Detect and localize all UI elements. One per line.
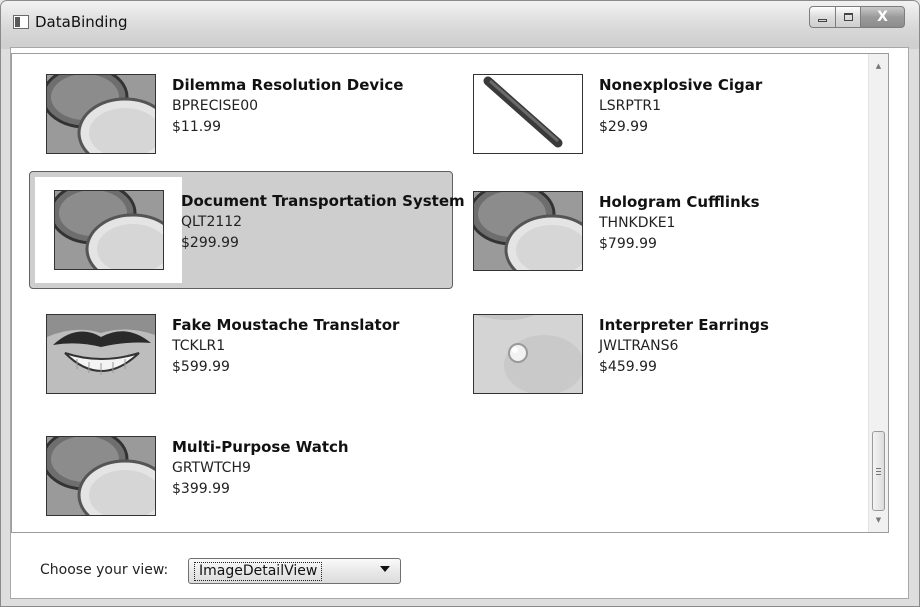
product-price: $299.99 [181,235,239,251]
product-price: $799.99 [599,236,657,252]
view-label: Choose your view: [40,562,169,578]
earring-icon [472,314,583,394]
product-name: Document Transportation System [181,192,465,210]
list-item[interactable]: Nonexplosive Cigar LSRPTR1 $29.99 [443,55,867,173]
close-icon: X [877,9,888,25]
app-icon[interactable] [13,15,29,29]
thumbnail-frame [458,61,597,167]
maximize-button[interactable] [835,6,861,28]
product-name: Dilemma Resolution Device [172,76,404,94]
grip-line [876,468,881,469]
list-item[interactable]: Fake Moustache Translator TCKLR1 $599.99 [16,295,440,413]
compact-mirror-icon [45,74,156,154]
item-details: Dilemma Resolution Device BPRECISE00 $11… [172,74,403,138]
moustache-icon [45,314,156,394]
product-price: $11.99 [172,119,221,135]
product-name: Nonexplosive Cigar [599,76,763,94]
list-item-selected[interactable]: Document Transportation System QLT2112 $… [29,171,465,289]
item-details: Hologram Cufflinks THNKDKE1 $799.99 [599,191,760,255]
item-details: Fake Moustache Translator TCKLR1 $599.99 [172,314,399,378]
thumbnail-frame [31,423,170,529]
view-select-value: ImageDetailView [194,562,323,581]
product-code: JWLTRANS6 [599,338,679,354]
thumbnail-frame [31,301,170,407]
compact-mirror-icon [45,436,156,516]
product-name: Multi-Purpose Watch [172,438,349,456]
thumbnail-frame [458,301,597,407]
list-item[interactable]: Multi-Purpose Watch GRTWTCH9 $399.99 [16,417,440,532]
item-details: Interpreter Earrings JWLTRANS6 $459.99 [599,314,769,378]
maximize-icon [843,13,853,21]
scroll-down-icon[interactable]: ▼ [869,511,888,529]
product-code: LSRPTR1 [599,98,662,114]
list-item[interactable]: Dilemma Resolution Device BPRECISE00 $11… [16,55,440,173]
product-price: $459.99 [599,359,657,375]
scrollbar-thumb[interactable] [872,431,885,511]
grip-line [876,471,881,472]
product-name: Fake Moustache Translator [172,316,400,334]
product-price: $399.99 [172,481,230,497]
thumbnail-frame [458,178,597,284]
minimize-icon [818,18,827,22]
compact-mirror-icon [53,190,164,270]
grip-line [876,474,881,475]
view-select[interactable]: ImageDetailView [188,558,401,584]
close-button[interactable]: X [860,6,905,28]
window-title: DataBinding [35,13,128,31]
product-list[interactable]: Dilemma Resolution Device BPRECISE00 $11… [11,53,889,533]
product-code: TCKLR1 [172,338,226,354]
list-item[interactable]: Hologram Cufflinks THNKDKE1 $799.99 [443,172,867,290]
scroll-up-icon[interactable]: ▲ [869,57,888,75]
thumbnail-frame [35,177,182,283]
dropdown-arrow-icon [380,566,390,572]
item-details: Multi-Purpose Watch GRTWTCH9 $399.99 [172,436,349,500]
product-code: GRTWTCH9 [172,460,251,476]
minimize-button[interactable] [809,6,836,28]
product-code: BPRECISE00 [172,98,259,114]
thumbnail-frame [31,61,170,167]
product-name: Hologram Cufflinks [599,193,760,211]
product-price: $29.99 [599,119,648,135]
item-details: Document Transportation System QLT2112 $… [181,190,465,254]
product-code: QLT2112 [181,214,243,230]
product-price: $599.99 [172,359,230,375]
title-bar[interactable]: DataBinding X [1,1,919,45]
compact-mirror-icon [472,191,583,271]
product-name: Interpreter Earrings [599,316,769,334]
vertical-scrollbar[interactable]: ▲ ▼ [868,54,888,532]
cigar-icon [472,74,583,154]
item-details: Nonexplosive Cigar LSRPTR1 $29.99 [599,74,762,138]
list-item[interactable]: Interpreter Earrings JWLTRANS6 $459.99 [443,295,867,413]
product-code: THNKDKE1 [599,215,676,231]
